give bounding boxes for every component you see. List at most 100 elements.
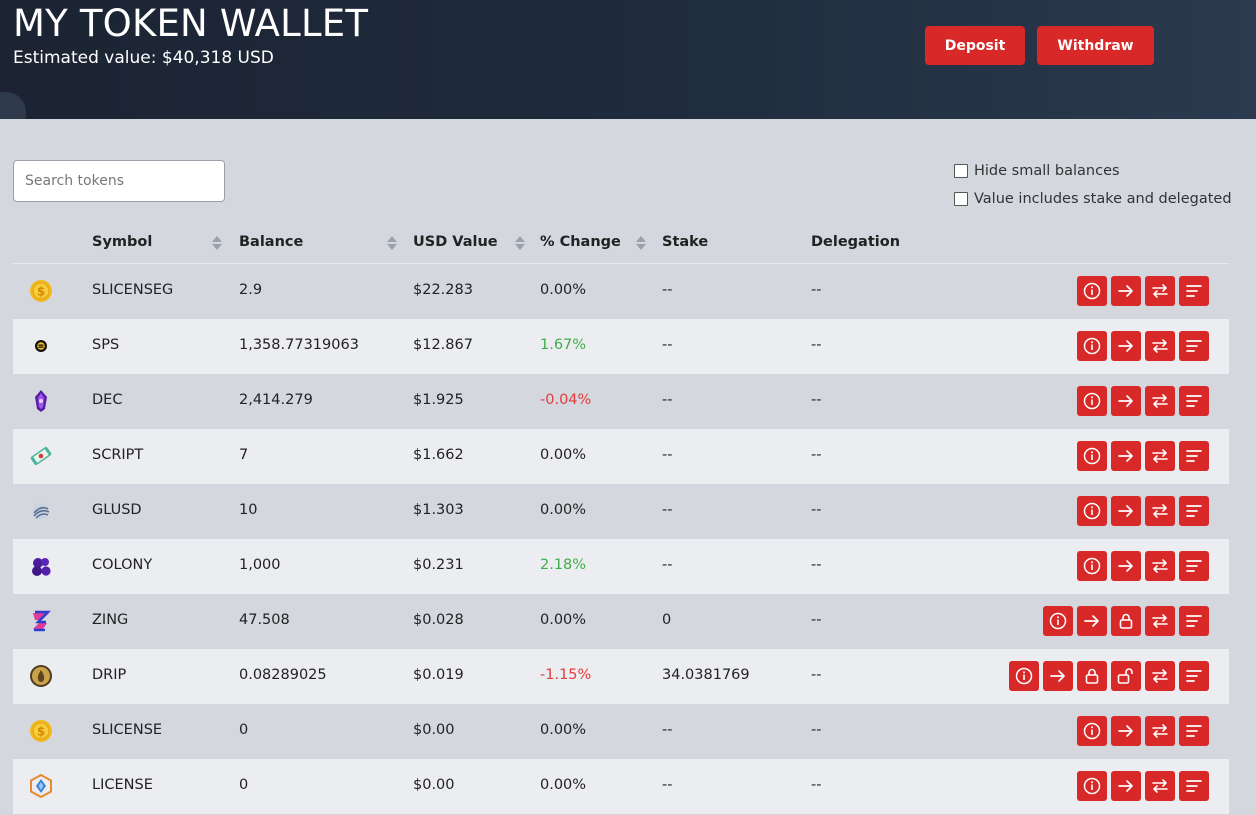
history-button[interactable]	[1179, 276, 1209, 306]
info-button[interactable]	[1077, 331, 1107, 361]
token-change: -0.04%	[540, 392, 592, 408]
glusd-globe-icon	[29, 499, 53, 523]
swap-button[interactable]	[1145, 386, 1175, 416]
hide-small-balances-checkbox[interactable]	[954, 164, 968, 178]
token-delegation: --	[811, 557, 822, 573]
token-stake: --	[662, 777, 673, 793]
swap-button[interactable]	[1145, 441, 1175, 471]
token-usd-value: $0.019	[413, 667, 464, 683]
swap-icon	[1150, 666, 1170, 686]
token-symbol: DEC	[92, 392, 123, 408]
include-stake-toggle[interactable]: Value includes stake and delegated	[954, 190, 1232, 208]
history-button[interactable]	[1179, 606, 1209, 636]
info-button[interactable]	[1077, 496, 1107, 526]
license-hex-icon	[29, 773, 53, 799]
transfer-button[interactable]	[1111, 496, 1141, 526]
info-button[interactable]	[1043, 606, 1073, 636]
sort-change-icon[interactable]	[636, 236, 646, 252]
table-row: GLUSD 10 $1.303 0.00% -- --	[13, 484, 1229, 539]
column-header-symbol[interactable]: Symbol	[92, 234, 152, 250]
history-button[interactable]	[1179, 386, 1209, 416]
history-button[interactable]	[1179, 771, 1209, 801]
swap-button[interactable]	[1145, 551, 1175, 581]
transfer-button[interactable]	[1111, 276, 1141, 306]
withdraw-button[interactable]: Withdraw	[1037, 26, 1154, 65]
stake-lock-icon	[1116, 611, 1136, 631]
info-button[interactable]	[1077, 276, 1107, 306]
token-stake: 34.0381769	[662, 667, 750, 683]
stake-lock-button[interactable]	[1111, 606, 1141, 636]
history-icon	[1184, 611, 1204, 631]
row-actions	[1043, 606, 1209, 636]
info-button[interactable]	[1009, 661, 1039, 691]
info-button[interactable]	[1077, 771, 1107, 801]
table-row: LICENSE 0 $0.00 0.00% -- --	[13, 759, 1229, 814]
transfer-icon	[1116, 391, 1136, 411]
info-icon	[1014, 666, 1034, 686]
info-icon	[1082, 556, 1102, 576]
column-header-balance[interactable]: Balance	[239, 234, 303, 250]
swap-button[interactable]	[1145, 276, 1175, 306]
colony-cluster-icon	[29, 554, 53, 578]
token-change: 1.67%	[540, 337, 587, 353]
token-table-body: $ SLICENSEG 2.9 $22.283 0.00% -- -- SPS 1,358.77…	[13, 264, 1229, 814]
token-stake: --	[662, 337, 673, 353]
token-stake: --	[662, 502, 673, 518]
history-button[interactable]	[1179, 496, 1209, 526]
column-header-change[interactable]: % Change	[540, 234, 621, 250]
swap-button[interactable]	[1145, 606, 1175, 636]
token-stake: --	[662, 447, 673, 463]
estimated-value: Estimated value: $40,318 USD	[13, 48, 274, 68]
sort-symbol-icon[interactable]	[212, 236, 222, 252]
table-row: $ SLICENSEG 2.9 $22.283 0.00% -- --	[13, 264, 1229, 319]
info-button[interactable]	[1077, 386, 1107, 416]
transfer-button[interactable]	[1111, 716, 1141, 746]
table-row: ZING 47.508 $0.028 0.00% 0 --	[13, 594, 1229, 649]
swap-button[interactable]	[1145, 496, 1175, 526]
hide-small-balances-toggle[interactable]: Hide small balances	[954, 162, 1120, 180]
history-button[interactable]	[1179, 551, 1209, 581]
info-button[interactable]	[1077, 716, 1107, 746]
search-input[interactable]	[13, 160, 225, 202]
stake-lock-button[interactable]	[1077, 661, 1107, 691]
history-button[interactable]	[1179, 661, 1209, 691]
include-stake-checkbox[interactable]	[954, 192, 968, 206]
transfer-button[interactable]	[1111, 551, 1141, 581]
token-symbol: DRIP	[92, 667, 127, 683]
unstake-unlock-button[interactable]	[1111, 661, 1141, 691]
info-button[interactable]	[1077, 551, 1107, 581]
sort-usd-value-icon[interactable]	[515, 236, 525, 252]
info-icon	[1082, 501, 1102, 521]
deposit-button[interactable]: Deposit	[925, 26, 1025, 65]
transfer-icon	[1048, 666, 1068, 686]
row-actions	[1077, 551, 1209, 581]
swap-button[interactable]	[1145, 771, 1175, 801]
transfer-button[interactable]	[1111, 441, 1141, 471]
column-header-usd-value[interactable]: USD Value	[413, 234, 498, 250]
token-stake: 0	[662, 612, 672, 628]
history-icon	[1184, 556, 1204, 576]
history-button[interactable]	[1179, 331, 1209, 361]
history-button[interactable]	[1179, 441, 1209, 471]
sort-balance-icon[interactable]	[387, 236, 397, 252]
row-actions	[1077, 496, 1209, 526]
row-actions	[1077, 276, 1209, 306]
transfer-icon	[1116, 446, 1136, 466]
swap-button[interactable]	[1145, 331, 1175, 361]
transfer-button[interactable]	[1111, 331, 1141, 361]
transfer-button[interactable]	[1077, 606, 1107, 636]
transfer-icon	[1116, 556, 1136, 576]
script-scroll-icon	[29, 444, 53, 468]
token-change: 0.00%	[540, 502, 587, 518]
swap-button[interactable]	[1145, 661, 1175, 691]
header-decoration	[0, 92, 26, 119]
token-balance: 0.08289025	[239, 667, 327, 683]
history-icon	[1184, 446, 1204, 466]
history-button[interactable]	[1179, 716, 1209, 746]
transfer-button[interactable]	[1111, 386, 1141, 416]
swap-button[interactable]	[1145, 716, 1175, 746]
transfer-button[interactable]	[1111, 771, 1141, 801]
info-button[interactable]	[1077, 441, 1107, 471]
row-actions	[1077, 331, 1209, 361]
transfer-button[interactable]	[1043, 661, 1073, 691]
